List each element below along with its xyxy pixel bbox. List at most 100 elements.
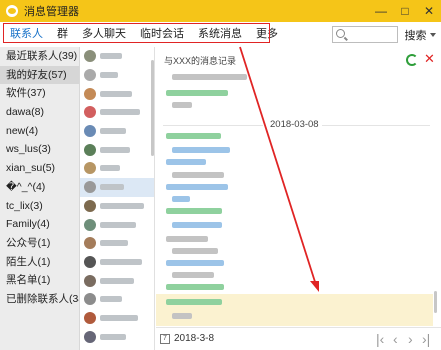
message-text-redacted (172, 272, 214, 278)
qq-app-icon (6, 5, 18, 17)
group-item[interactable]: ws_lus(3) (0, 140, 79, 159)
tab-temp-session[interactable]: 临时会话 (133, 25, 191, 41)
contact-name-redacted (100, 90, 132, 97)
group-item[interactable]: �^_^(4) (0, 178, 79, 197)
contact-name-redacted (100, 221, 136, 228)
message-time-redacted (166, 159, 206, 165)
avatar (84, 125, 96, 138)
contact-name-redacted (100, 165, 120, 172)
contact-name-redacted (100, 277, 134, 284)
tab-contacts[interactable]: 联系人 (3, 25, 50, 41)
contact-name-redacted (100, 333, 126, 340)
minimize-button[interactable]: — (369, 0, 393, 22)
refresh-icon[interactable] (406, 54, 418, 66)
contact-item[interactable] (80, 234, 154, 253)
message-time-redacted (166, 299, 222, 305)
contact-name-redacted (100, 128, 126, 135)
contact-item[interactable] (80, 66, 154, 85)
group-item[interactable]: new(4) (0, 122, 79, 141)
avatar (84, 106, 96, 119)
contact-list-scrollbar[interactable] (151, 60, 154, 156)
message-time-redacted (166, 208, 222, 214)
category-tabs: 联系人 群 多人聊天 临时会话 系统消息 更多 (3, 23, 278, 43)
contact-item[interactable] (80, 140, 154, 159)
contact-item[interactable] (80, 122, 154, 141)
avatar (84, 87, 96, 100)
contact-name-redacted (100, 109, 140, 116)
contact-name-redacted (100, 202, 144, 209)
message-text-redacted (172, 196, 190, 202)
message-scrollbar[interactable] (434, 291, 437, 313)
date-divider-left (163, 125, 263, 126)
tab-system-messages[interactable]: 系统消息 (191, 25, 249, 41)
contact-item[interactable] (80, 215, 154, 234)
message-text-redacted (172, 222, 222, 228)
avatar (84, 69, 96, 82)
message-time-redacted (166, 90, 228, 96)
tab-groups[interactable]: 群 (50, 25, 75, 41)
tab-multi-chat[interactable]: 多人聊天 (75, 25, 133, 41)
search-input[interactable] (332, 26, 398, 43)
message-history-header: 与XXX的消息记录 (164, 56, 237, 66)
avatar (84, 330, 96, 343)
contact-name-redacted (100, 53, 122, 60)
avatar (84, 162, 96, 175)
contact-item[interactable] (80, 327, 154, 346)
tab-more[interactable]: 更多 (249, 25, 285, 41)
group-item[interactable]: 公众号(1) (0, 234, 79, 253)
avatar (84, 255, 96, 268)
first-page-icon[interactable]: |‹ (376, 331, 384, 347)
contact-item[interactable] (80, 253, 154, 272)
date-separator: 2018-03-08 (270, 119, 319, 130)
message-time-redacted (166, 133, 221, 139)
group-item[interactable]: 已删除联系人(34) (0, 290, 79, 309)
group-item[interactable]: dawa(8) (0, 103, 79, 122)
contact-item[interactable] (80, 47, 154, 66)
contact-item[interactable] (80, 177, 154, 197)
contact-item[interactable] (80, 103, 154, 122)
group-item[interactable]: tc_lix(3) (0, 197, 79, 216)
contact-group-list: 最近联系人(39) 我的好友(57) 软件(37) dawa(8) new(4)… (0, 47, 80, 350)
group-item[interactable]: 最近联系人(39) (0, 47, 79, 66)
group-item[interactable]: xian_su(5) (0, 159, 79, 178)
message-time-redacted (166, 284, 224, 290)
avatar (84, 274, 96, 287)
maximize-button[interactable]: □ (393, 0, 417, 22)
calendar-icon[interactable]: 7 (160, 334, 170, 344)
contact-name-redacted (100, 72, 118, 79)
avatar (84, 50, 96, 63)
group-item[interactable]: 黑名单(1) (0, 271, 79, 290)
last-page-icon[interactable]: ›| (422, 331, 430, 347)
search-button[interactable]: 搜索 (402, 26, 438, 43)
group-item[interactable]: 我的好友(57) (0, 65, 79, 85)
history-bottom-bar: 7 2018-3-8 |‹ ‹ › ›| (156, 327, 441, 350)
message-time-redacted (166, 184, 228, 190)
date-divider-right (322, 125, 430, 126)
group-item[interactable]: 软件(37) (0, 84, 79, 103)
avatar (84, 293, 96, 306)
avatar (84, 143, 96, 156)
contact-name-redacted (100, 314, 138, 321)
message-text-redacted (172, 102, 192, 108)
contact-item[interactable] (80, 197, 154, 216)
message-time-redacted (166, 236, 208, 242)
current-date: 2018-3-8 (174, 333, 215, 344)
next-page-icon[interactable]: › (408, 331, 413, 347)
contact-name-redacted (100, 258, 142, 265)
contact-item[interactable] (80, 290, 154, 309)
delete-icon[interactable]: ✕ (424, 51, 435, 67)
contact-item[interactable] (80, 271, 154, 290)
message-time-redacted (166, 260, 224, 266)
message-text-redacted (172, 172, 224, 178)
contact-name-redacted (100, 146, 130, 153)
message-text-redacted (172, 147, 230, 153)
prev-page-icon[interactable]: ‹ (393, 331, 398, 347)
contact-item[interactable] (80, 84, 154, 103)
contact-item[interactable] (80, 309, 154, 328)
contact-item[interactable] (80, 159, 154, 178)
close-button[interactable]: ✕ (417, 0, 441, 22)
group-item[interactable]: Family(4) (0, 215, 79, 234)
avatar (84, 237, 96, 250)
contact-name-redacted (100, 296, 122, 303)
group-item[interactable]: 陌生人(1) (0, 253, 79, 272)
